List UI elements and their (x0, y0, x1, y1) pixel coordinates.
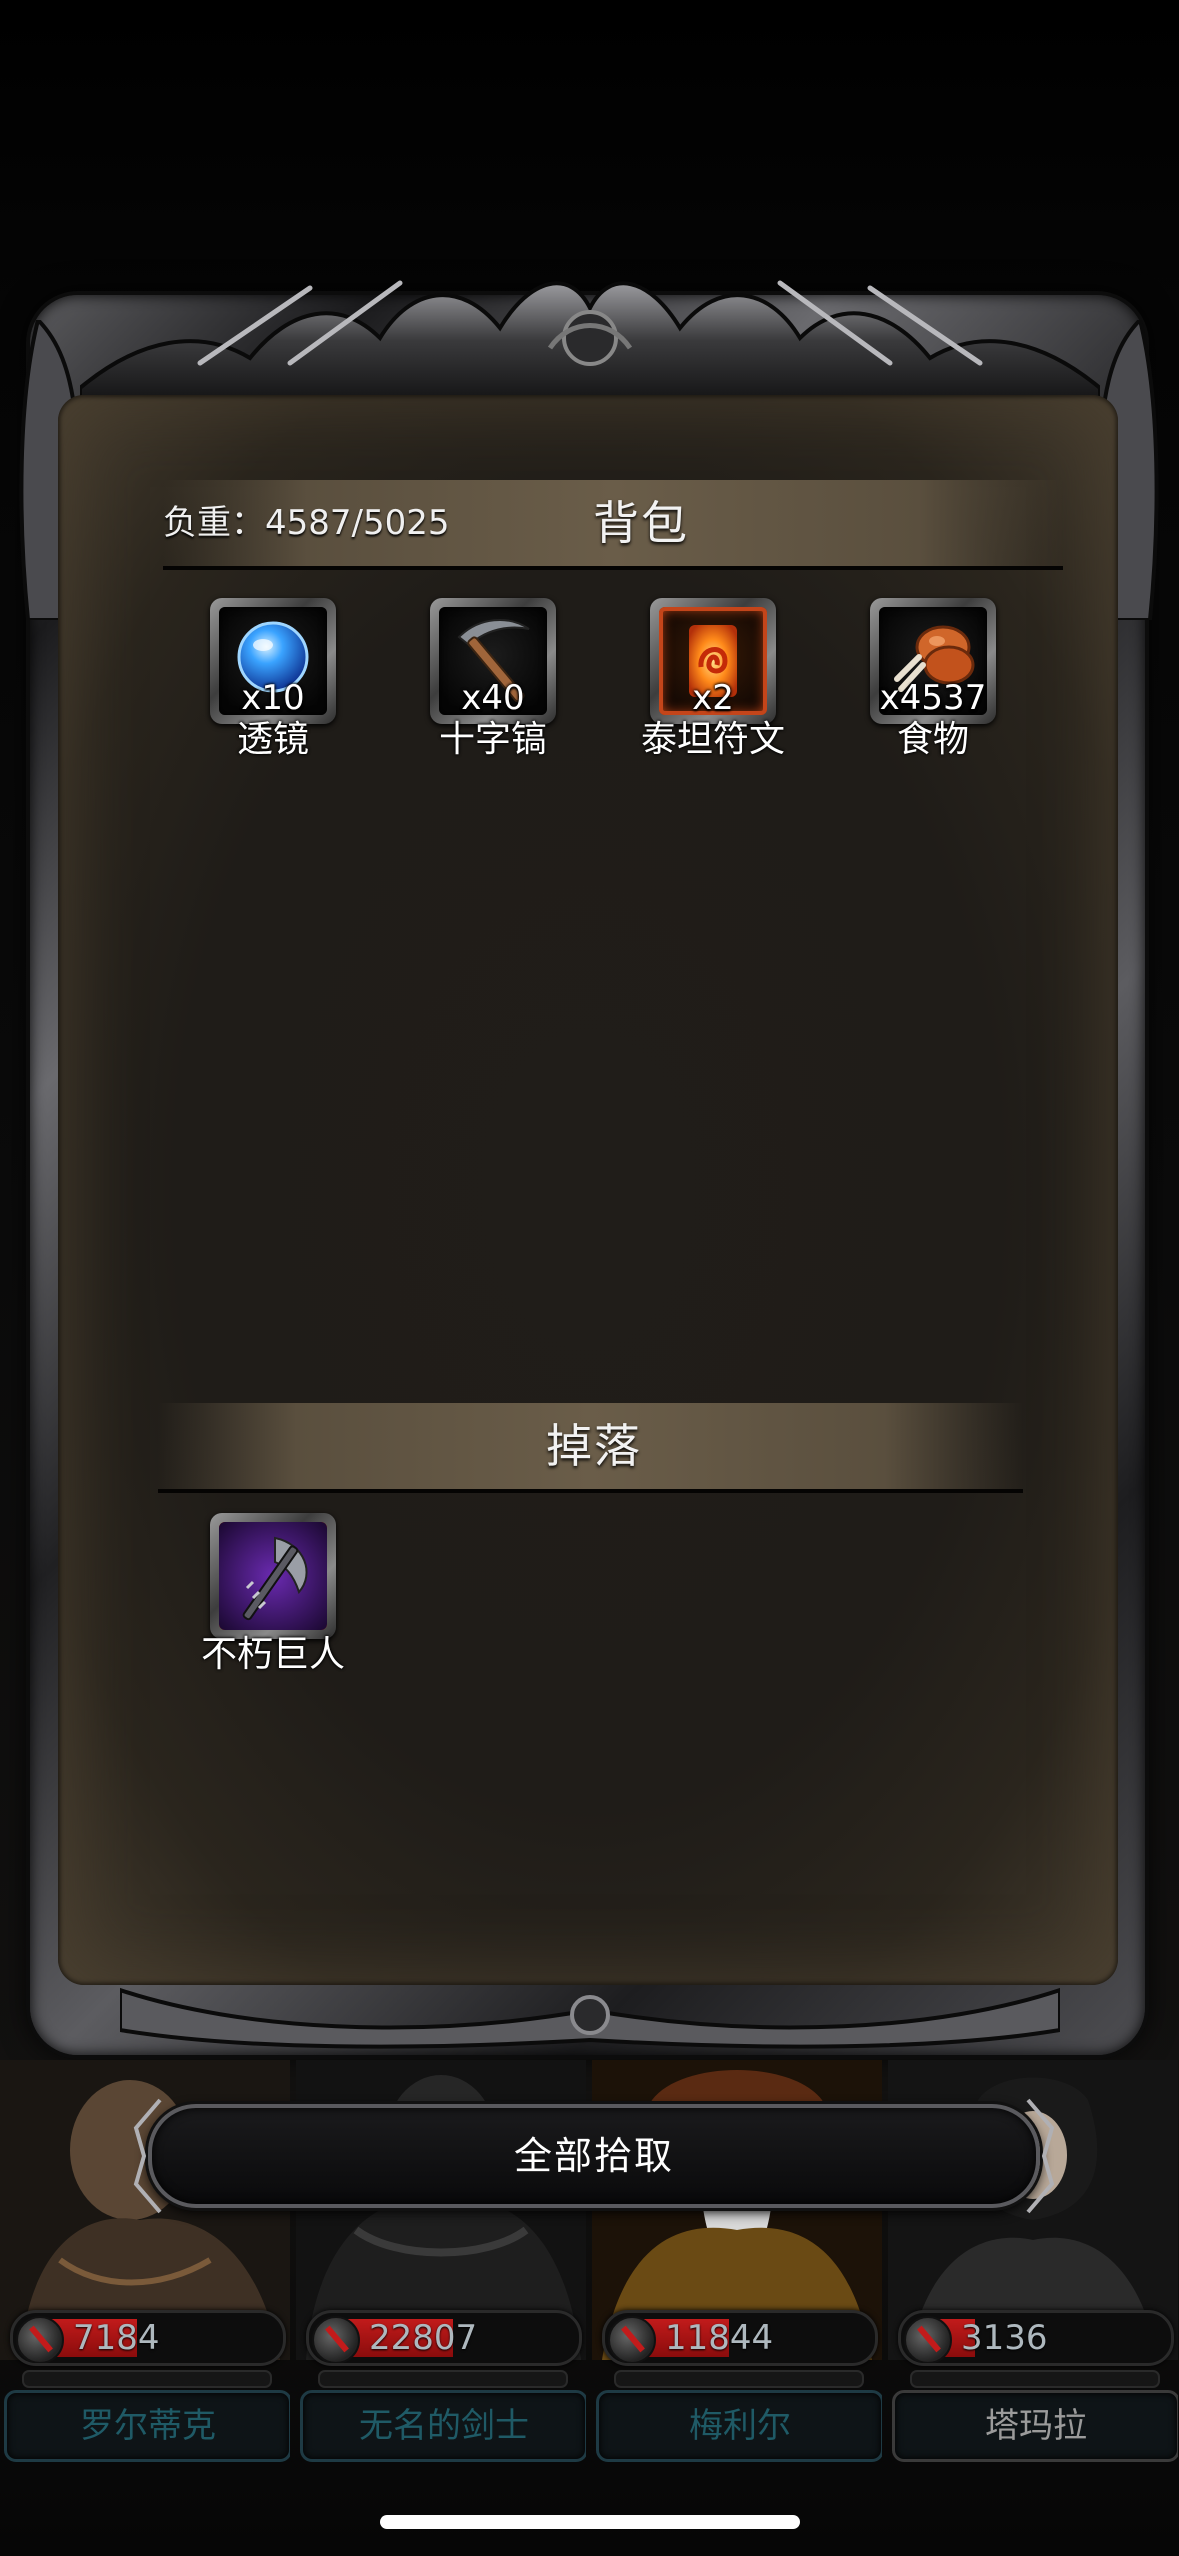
hp-value: 11844 (665, 2318, 774, 2358)
mp-bar (22, 2370, 272, 2388)
item-name: 食物 (896, 719, 969, 760)
item-slot (210, 1513, 336, 1639)
mp-bar (318, 2370, 568, 2388)
heart-icon (904, 2316, 952, 2363)
loot-all-label: 全部拾取 (513, 2134, 674, 2178)
item-name: 不朽巨人 (200, 1634, 345, 1675)
ornate-frame-crest (80, 280, 1100, 398)
hero-name-plate: 无名的剑士 (300, 2390, 586, 2462)
hero-name-plate: 罗尔蒂克 (4, 2390, 290, 2462)
item-name: 透镜 (236, 719, 309, 760)
drop-item-immortal-giant[interactable]: 不朽巨人 (188, 1513, 358, 1675)
backpack-header: 负重：4587/5025 背包 (163, 480, 1063, 570)
game-screen: 负重：4587/5025 背包 x10 透镜 x40 十字镐 x2 泰坦符文 x… (0, 0, 1179, 2556)
item-name: 十字镐 (438, 719, 547, 760)
home-indicator[interactable] (380, 2515, 800, 2529)
drops-header: 掉落 (158, 1403, 1023, 1493)
hero-name: 罗尔蒂克 (80, 2406, 216, 2446)
hp-bar: 22807 (306, 2310, 582, 2366)
inventory-panel: 负重：4587/5025 背包 x10 透镜 x40 十字镐 x2 泰坦符文 x… (58, 395, 1118, 1985)
item-name: 泰坦符文 (640, 719, 785, 760)
drops-title: 掉落 (546, 1419, 642, 1473)
backpack-title: 背包 (593, 496, 689, 550)
inventory-item-food[interactable]: x4537 食物 (848, 598, 1018, 760)
mp-bar (614, 2370, 864, 2388)
heart-icon (16, 2316, 64, 2363)
hp-value: 22807 (369, 2318, 478, 2358)
hp-bar: 3136 (898, 2310, 1174, 2366)
hp-bar: 7184 (10, 2310, 286, 2366)
hero-name: 梅利尔 (689, 2406, 791, 2446)
loot-all-button[interactable]: 全部拾取 (133, 2098, 1055, 2214)
inventory-item-pickaxe[interactable]: x40 十字镐 (408, 598, 578, 760)
hero-name-plate: 塔玛拉 (892, 2390, 1178, 2462)
heart-icon (608, 2316, 656, 2363)
inventory-item-lens[interactable]: x10 透镜 (188, 598, 358, 760)
hero-name: 塔玛拉 (985, 2406, 1087, 2446)
heart-icon (312, 2316, 360, 2363)
hp-bar: 11844 (602, 2310, 878, 2366)
hero-name-plate: 梅利尔 (596, 2390, 882, 2462)
hp-value: 7184 (73, 2318, 160, 2358)
mp-bar (910, 2370, 1160, 2388)
hp-value: 3136 (961, 2318, 1048, 2358)
carry-weight: 负重：4587/5025 (163, 503, 450, 543)
hero-name: 无名的剑士 (359, 2406, 529, 2446)
purple-axe-icon (219, 1522, 327, 1630)
inventory-item-titan-rune[interactable]: x2 泰坦符文 (628, 598, 798, 760)
